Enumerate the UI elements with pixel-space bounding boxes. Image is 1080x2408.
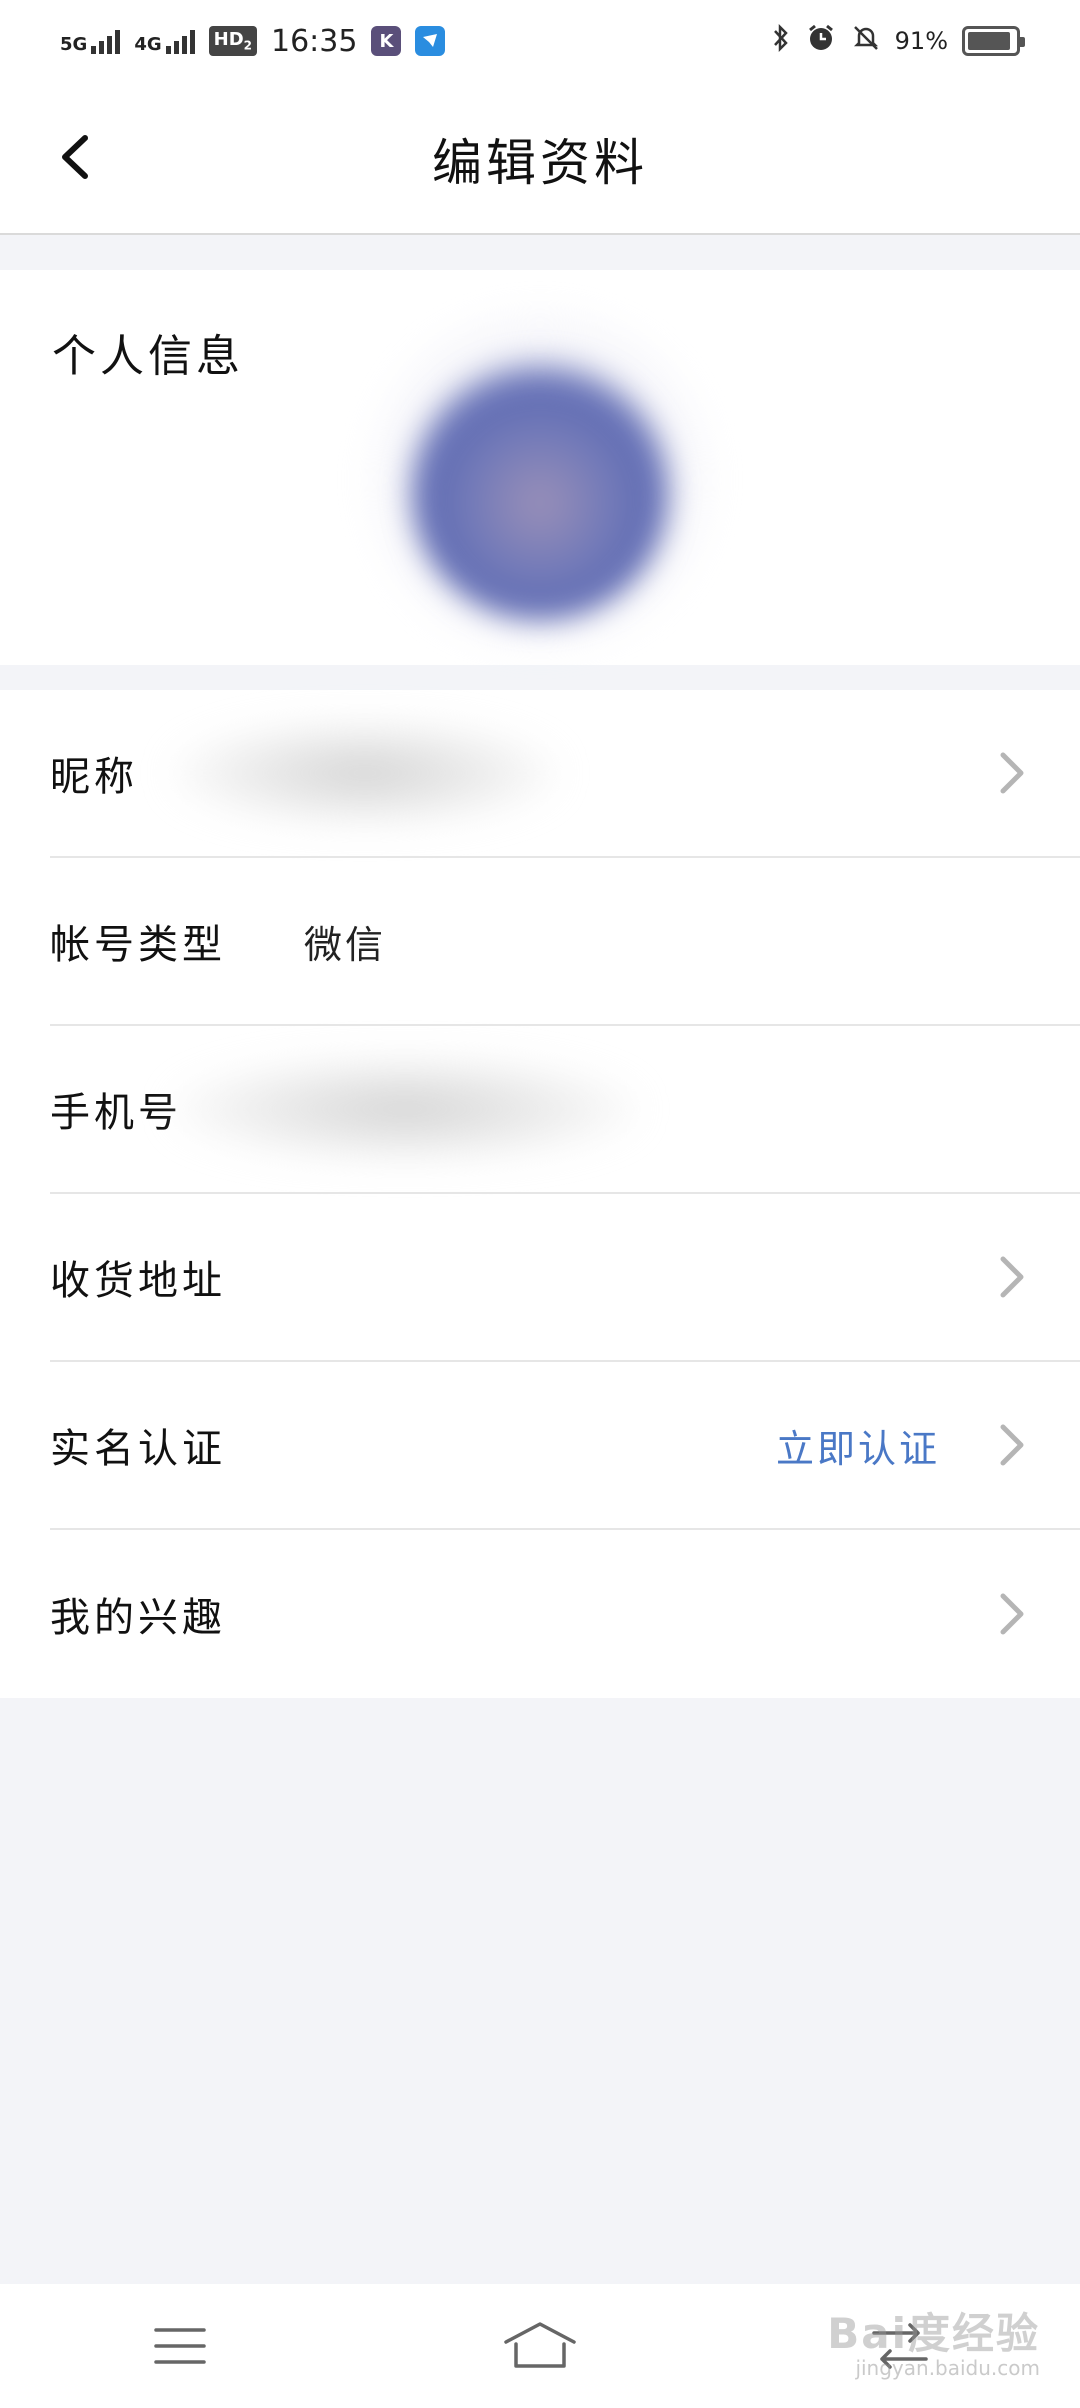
bluetooth-icon [771,23,791,60]
network-label-4g: 4G [134,34,162,55]
menu-icon [154,2328,206,2364]
row-account-type: 帐号类型 微信 [50,858,1080,1026]
mute-bell-icon [851,23,881,60]
network-label-5g: 5G [60,34,88,55]
status-bar: 5G 4G HD2 16:35 K 91% [0,0,1080,82]
signal-bars-icon [91,28,121,54]
account-type-value: 微信 [304,922,387,967]
row-label: 我的兴趣 [50,1595,226,1641]
chevron-right-icon [992,1589,1032,1639]
menu-button[interactable] [130,2306,230,2386]
page-title: 编辑资料 [432,133,648,192]
row-interests[interactable]: 我的兴趣 [50,1530,1080,1698]
battery-fill [968,32,1010,50]
chevron-right-icon [992,748,1032,798]
row-label: 收货地址 [50,1258,226,1304]
battery-icon [962,26,1025,56]
row-address[interactable]: 收货地址 [50,1194,1080,1362]
row-label: 帐号类型 [50,922,226,968]
app-notification-icon: K [371,26,402,56]
bird-app-notification-icon [415,26,446,56]
verify-now-link[interactable]: 立即认证 [776,1418,940,1473]
battery-percent: 91% [894,27,948,55]
profile-settings-list: 昵称 帐号类型 微信 手机号 收货地址 实名认证 立即认证 我的兴趣 [0,690,1080,1698]
row-label: 手机号 [50,1090,182,1136]
watermark-url: jingyan.baidu.com [855,2356,1040,2380]
hd-voice-icon: HD2 [208,26,257,56]
redacted-phone [170,1054,640,1164]
chevron-right-icon [992,1252,1032,1302]
row-real-name-verification[interactable]: 实名认证 立即认证 [50,1362,1080,1530]
signal-4g: 4G [134,28,195,55]
signal-bars-icon [165,28,195,54]
section-title: 个人信息 [52,331,244,382]
row-nickname[interactable]: 昵称 [50,690,1080,858]
signal-5g: 5G [60,28,121,55]
watermark-logo: Bai度经验 [827,2309,1040,2358]
app-header: 编辑资料 [0,82,1080,235]
status-time: 16:35 [271,23,358,59]
redacted-nickname [170,718,560,828]
status-left: 5G 4G HD2 16:35 K [60,23,446,59]
chevron-right-icon [992,1420,1032,1470]
home-button[interactable] [490,2306,590,2386]
avatar[interactable] [410,360,670,620]
row-label: 昵称 [50,754,138,800]
row-label: 实名认证 [50,1426,226,1472]
home-icon [504,2322,576,2368]
alarm-icon [805,22,837,61]
row-phone: 手机号 [50,1026,1080,1194]
status-right: 91% [771,22,1025,61]
